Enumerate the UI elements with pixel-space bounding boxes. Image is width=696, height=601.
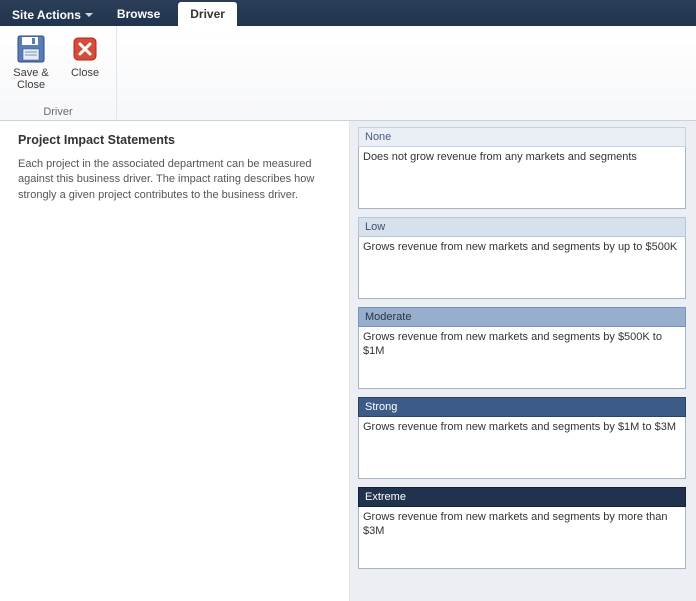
content-area: Project Impact Statements Each project i…	[0, 121, 696, 601]
close-button[interactable]: Close	[62, 30, 108, 92]
impact-none: None	[358, 127, 686, 209]
impact-textarea-none[interactable]	[358, 147, 686, 209]
close-icon	[69, 33, 101, 65]
impact-statements-pane: None Low Moderate Strong Extreme	[350, 121, 696, 601]
impact-header-moderate: Moderate	[358, 307, 686, 327]
impact-header-none: None	[358, 127, 686, 147]
ribbon-group-driver: Save & Close Close Driver	[0, 26, 117, 120]
impact-textarea-moderate[interactable]	[358, 327, 686, 389]
impact-textarea-low[interactable]	[358, 237, 686, 299]
site-actions-label: Site Actions	[12, 8, 81, 22]
ribbon-group-label: Driver	[0, 106, 116, 118]
save-and-close-button[interactable]: Save & Close	[8, 30, 54, 92]
close-label: Close	[71, 67, 99, 79]
impact-header-extreme: Extreme	[358, 487, 686, 507]
left-pane: Project Impact Statements Each project i…	[0, 121, 350, 601]
impact-extreme: Extreme	[358, 487, 686, 569]
section-description: Each project in the associated departmen…	[18, 157, 331, 203]
impact-header-strong: Strong	[358, 397, 686, 417]
save-and-close-label: Save & Close	[11, 67, 51, 91]
ribbon: Save & Close Close Driver	[0, 26, 696, 121]
impact-textarea-extreme[interactable]	[358, 507, 686, 569]
site-actions-menu[interactable]: Site Actions	[6, 4, 99, 26]
tab-driver[interactable]: Driver	[178, 2, 237, 26]
top-nav-strip: Site Actions Browse Driver	[0, 0, 696, 26]
impact-moderate: Moderate	[358, 307, 686, 389]
caret-down-icon	[85, 13, 93, 17]
impact-textarea-strong[interactable]	[358, 417, 686, 479]
section-title: Project Impact Statements	[18, 133, 331, 147]
save-icon	[15, 33, 47, 65]
impact-header-low: Low	[358, 217, 686, 237]
impact-strong: Strong	[358, 397, 686, 479]
tab-browse[interactable]: Browse	[105, 2, 172, 26]
impact-low: Low	[358, 217, 686, 299]
